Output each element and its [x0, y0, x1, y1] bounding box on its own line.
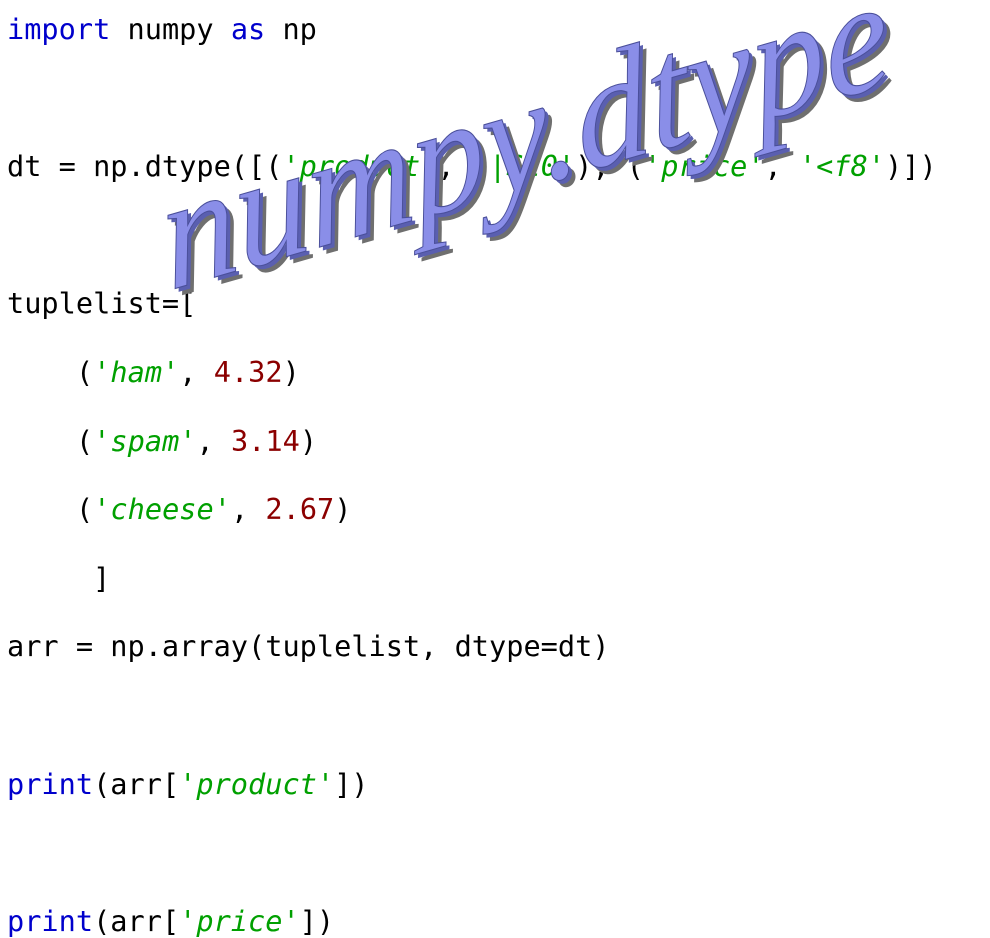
code-text: numpy — [110, 12, 231, 46]
code-text: ) — [334, 492, 352, 527]
code-text: )]) — [885, 149, 937, 184]
string-literal: 'cheese' — [93, 492, 231, 527]
code-text: ) — [282, 354, 300, 389]
code-line-1: import numpy as np — [7, 12, 937, 46]
keyword-print: print — [7, 766, 94, 801]
string-literal: '<f8' — [798, 149, 886, 184]
code-line-12: print(arr['product']) — [7, 767, 937, 801]
code-line-5: tuplelist=[ — [7, 286, 937, 320]
code-text: ( — [76, 492, 94, 527]
string-literal: 'price' — [179, 903, 300, 938]
code-text: ]) — [334, 766, 369, 801]
code-text: (arr[ — [93, 766, 180, 801]
code-text: , — [437, 149, 472, 184]
code-line-6: ('ham', 4.32) — [7, 355, 937, 389]
code-text: (arr[ — [93, 903, 180, 938]
code-text: ), ( — [575, 149, 644, 184]
keyword-as: as — [230, 12, 266, 46]
code-line-8: ('cheese', 2.67) — [7, 492, 937, 526]
code-line-3: dt = np.dtype([('product', '|S10'), ('pr… — [7, 149, 937, 183]
code-text: np — [265, 12, 317, 46]
string-literal: 'product' — [282, 149, 438, 184]
code-text: dt = np.dtype([( — [7, 149, 283, 184]
string-literal: '|S10' — [471, 149, 576, 184]
code-text: ) — [299, 423, 318, 458]
code-line-9: ] — [7, 561, 937, 595]
code-text: ]) — [299, 903, 335, 938]
string-literal: 'ham' — [93, 354, 180, 389]
code-text: ( — [76, 423, 94, 458]
string-literal: 'price' — [644, 149, 765, 184]
number-literal: 3.14 — [230, 423, 300, 458]
number-literal: 4.32 — [213, 354, 283, 389]
code-line-7: ('spam', 3.14) — [7, 424, 937, 458]
code-text: ] — [93, 560, 111, 595]
code-line-14: print(arr['price']) — [7, 904, 937, 938]
string-literal: 'product' — [179, 766, 335, 801]
code-text: , — [764, 149, 799, 184]
code-text: , — [179, 354, 214, 389]
string-literal: 'spam' — [93, 423, 197, 458]
code-text: arr = np.array(tuplelist, dtype=dt) — [7, 629, 610, 664]
code-text: , — [230, 492, 266, 527]
keyword-print: print — [7, 903, 94, 938]
code-text: , — [196, 423, 231, 458]
number-literal: 2.67 — [265, 492, 335, 527]
code-text: tuplelist=[ — [7, 286, 197, 321]
code-text: ( — [76, 354, 94, 389]
code-line-10: arr = np.array(tuplelist, dtype=dt) — [7, 629, 937, 663]
keyword-import: import — [7, 12, 111, 46]
code-editor: import numpy as np dt = np.dtype([('prod… — [7, 0, 937, 938]
